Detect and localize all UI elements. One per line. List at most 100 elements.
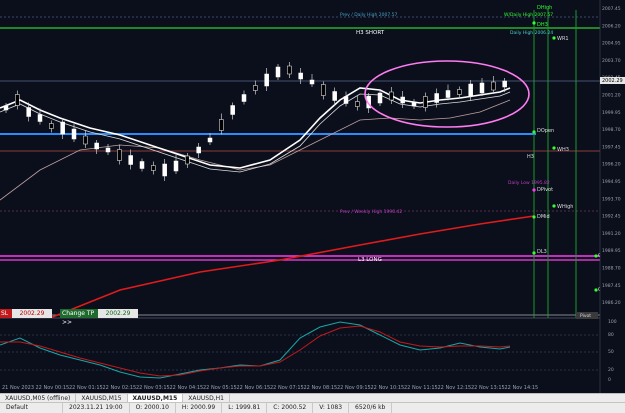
- time-axis-label: 22 Nov 12:15: [437, 385, 472, 391]
- candle-body: [502, 80, 507, 88]
- osc-axis-label: 20: [608, 367, 614, 373]
- price-axis-label: 1999.95: [602, 110, 621, 116]
- dmid-label: DMid: [537, 214, 550, 220]
- time-axis-label: 22 Nov 08:15: [303, 385, 338, 391]
- sl-button[interactable]: SL: [0, 309, 12, 318]
- whigh-marker: [552, 204, 556, 208]
- candle-body: [196, 146, 201, 154]
- dpivot-label: DPivot: [537, 187, 553, 193]
- time-axis-label: 22 Nov 05:15: [203, 385, 237, 391]
- price-axis-label: 2003.70: [602, 58, 621, 64]
- candle-body: [411, 101, 417, 107]
- current-price-value: 2002.29: [602, 78, 623, 84]
- dopen-marker: [532, 130, 536, 134]
- price-axis-label: 1989.95: [602, 248, 621, 254]
- price-axis-label: 1998.70: [602, 127, 621, 133]
- time-axis-label: 21 Nov 2023: [2, 385, 35, 391]
- candle-body: [377, 92, 383, 104]
- candle-body: [479, 82, 485, 94]
- osc-teal-line: [0, 321, 511, 379]
- candle-body: [173, 160, 179, 172]
- daily-low-label: Daily Low 1995.82: [508, 180, 550, 186]
- price-axis-label: 2007.45: [602, 6, 621, 12]
- wr1-label: WR1: [557, 36, 569, 42]
- time-axis-label: 22 Nov 03:15: [136, 385, 170, 391]
- wh3-marker: [552, 146, 556, 150]
- osc-axis-label: 100: [608, 319, 617, 325]
- change-tp-button[interactable]: Change TP >>: [60, 309, 98, 326]
- dopen-label: DOpen: [537, 128, 554, 134]
- sl-price-field[interactable]: 2002.29: [12, 309, 52, 318]
- prev-daily-high-label: Prev / Daily High 2007.57: [340, 12, 398, 18]
- price-axis-label: 1997.45: [602, 144, 621, 150]
- candle-body: [468, 83, 473, 97]
- time-axis-label: 22 Nov 11:15: [404, 385, 438, 391]
- candle-body: [457, 89, 462, 95]
- candle-body: [389, 91, 394, 101]
- qh2-marker: [594, 288, 598, 292]
- h3-short-label: H3 SHORT: [356, 30, 385, 36]
- candle-body: [185, 155, 190, 165]
- candle-body: [491, 81, 496, 91]
- price-chart[interactable]: DHigh Prev / Daily High 2007.57 W/Daily …: [0, 0, 625, 412]
- candle-body: [445, 90, 451, 98]
- sl-label: SL: [1, 310, 9, 317]
- daily-high-label: Daily High 2006.24: [510, 30, 553, 36]
- candle-body: [400, 96, 405, 104]
- osc-axis-label: 50: [608, 349, 614, 355]
- price-axis-label: 2006.20: [602, 23, 621, 29]
- candle-body: [139, 161, 145, 169]
- dmid-marker: [532, 215, 536, 219]
- candle-body: [230, 105, 235, 115]
- price-axis-label: 1994.95: [602, 179, 621, 185]
- candle-body: [264, 73, 269, 87]
- candle-body: [151, 165, 156, 171]
- candle-body: [71, 128, 77, 140]
- candle-body: [207, 137, 213, 143]
- fast-ema-line-2: [0, 91, 511, 173]
- candle-body: [287, 65, 292, 75]
- time-axis-label: 22 Nov 02:15: [102, 385, 137, 391]
- price-axis-label: 1993.70: [602, 196, 621, 202]
- candle-body: [332, 91, 337, 101]
- status-bar: Default 2023.11.21 19:00 O: 2000.10 H: 2…: [0, 402, 625, 413]
- time-axis-label: 22 Nov 00:15: [35, 385, 70, 391]
- candle-body: [3, 105, 9, 111]
- fast-ema-line: [0, 87, 511, 169]
- price-axis-label: 2004.95: [602, 41, 621, 47]
- time-axis: 21 Nov 2023 22 Nov 00:15 22 Nov 01:15 22 No…: [0, 383, 600, 393]
- candle-body: [241, 94, 247, 102]
- candle-body: [309, 79, 315, 85]
- dl3-marker: [532, 251, 536, 255]
- candle-body: [15, 94, 20, 106]
- wdaily-high-label: W/Daily High 2007.57: [504, 12, 553, 18]
- candle-body: [355, 101, 360, 107]
- candle-body: [83, 135, 88, 145]
- candle-body: [162, 163, 167, 177]
- price-axis-label: 2001.20: [602, 93, 621, 99]
- time-axis-label: 22 Nov 07:15: [270, 385, 304, 391]
- price-axis-label: 1987.45: [602, 283, 621, 289]
- dh3-label: DH3: [537, 22, 548, 28]
- candle-body: [275, 66, 281, 78]
- candle-body: [219, 119, 224, 131]
- candle-body: [37, 114, 43, 122]
- h3-label: H3: [527, 154, 534, 160]
- tp-price-field[interactable]: 2002.29: [98, 309, 138, 318]
- pivot-tag: Pivot: [580, 313, 591, 319]
- candle-body: [343, 96, 349, 104]
- price-axis-label: 1991.20: [602, 231, 621, 237]
- candle-body: [321, 84, 326, 96]
- candle-body: [434, 93, 439, 103]
- prev-weekly-high-label: Prev / Weekly High 1990.42: [340, 209, 402, 215]
- candle-body: [105, 147, 111, 153]
- candle-body: [94, 142, 99, 150]
- l3-long-label: L3 LONG: [358, 257, 382, 263]
- wr1-marker: [552, 36, 556, 40]
- slow-ema-line: [0, 99, 511, 201]
- candle-body: [423, 96, 428, 108]
- time-axis-label: 22 Nov 13:15: [471, 385, 505, 391]
- candle-body: [253, 85, 258, 91]
- candle-body: [26, 107, 31, 117]
- osc-axis-label: 0: [608, 377, 611, 383]
